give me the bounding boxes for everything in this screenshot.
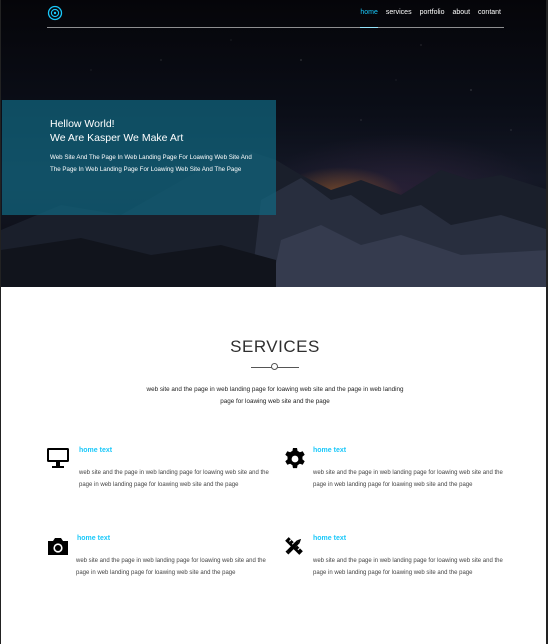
logo-icon[interactable] [47, 5, 63, 21]
nav-portfolio[interactable]: portfolio [420, 9, 445, 27]
services-title: SERVICES [230, 337, 320, 356]
nav-about[interactable]: about [453, 9, 471, 27]
services-divider-circle [271, 363, 278, 370]
service-item-text: web site and the page in web landing pag… [76, 558, 266, 576]
service-item-title[interactable]: home text [313, 535, 346, 542]
main-nav: home services portfolio about contant [360, 9, 501, 28]
monitor-icon [47, 448, 69, 468]
design-tools-icon [285, 537, 303, 555]
hero-title-line2: We Are Kasper We Make Art [50, 132, 184, 144]
services-intro: web site and the page in web landing pag… [146, 386, 404, 405]
service-item-title[interactable]: home text [313, 447, 346, 454]
nav-home[interactable]: home [360, 9, 378, 28]
nav-divider [47, 27, 504, 28]
service-item-text: web site and the page in web landing pag… [313, 470, 503, 488]
gear-icon [285, 448, 305, 469]
service-item-text: web site and the page in web landing pag… [79, 470, 269, 488]
service-item-title[interactable]: home text [79, 447, 112, 454]
hero-section: home services portfolio about contant He… [1, 0, 546, 287]
hero-title-line1: Hellow World! [50, 118, 115, 130]
service-item-title[interactable]: home text [77, 535, 110, 542]
hero-title: Hellow World! We Are Kasper We Make Art [50, 117, 183, 145]
nav-services[interactable]: services [386, 9, 412, 27]
nav-contant[interactable]: contant [478, 9, 501, 27]
landing-page: home services portfolio about contant He… [0, 0, 548, 644]
hero-description: Web Site And The Page In Web Landing Pag… [50, 154, 252, 173]
service-item-text: web site and the page in web landing pag… [313, 558, 503, 576]
camera-icon [48, 538, 68, 555]
